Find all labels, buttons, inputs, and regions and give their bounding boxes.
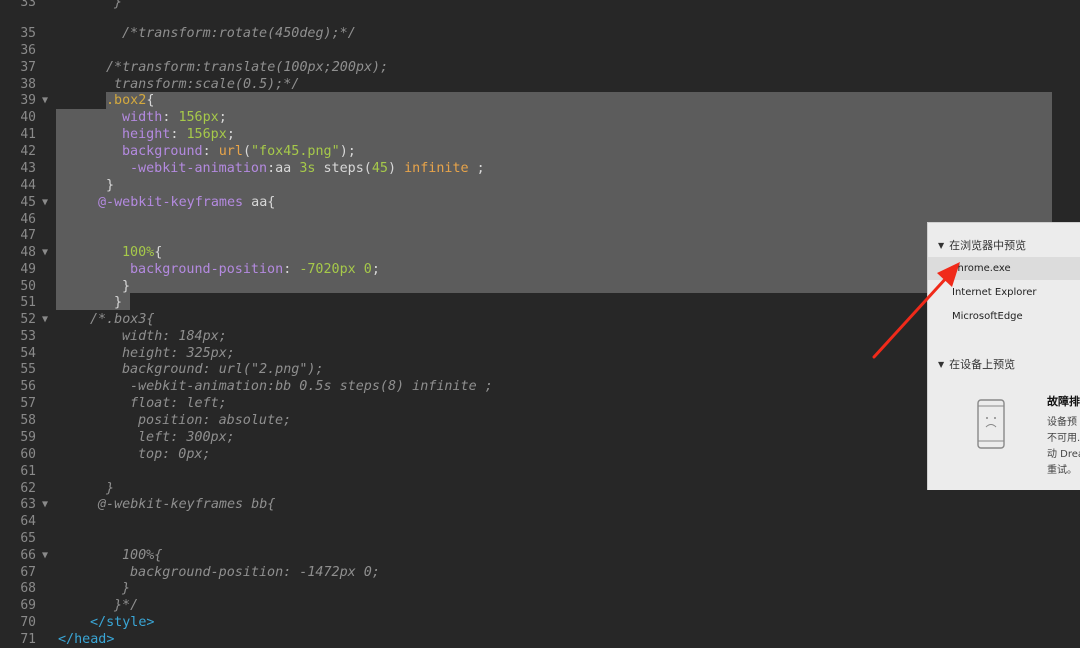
annotation-arrow bbox=[872, 262, 960, 359]
